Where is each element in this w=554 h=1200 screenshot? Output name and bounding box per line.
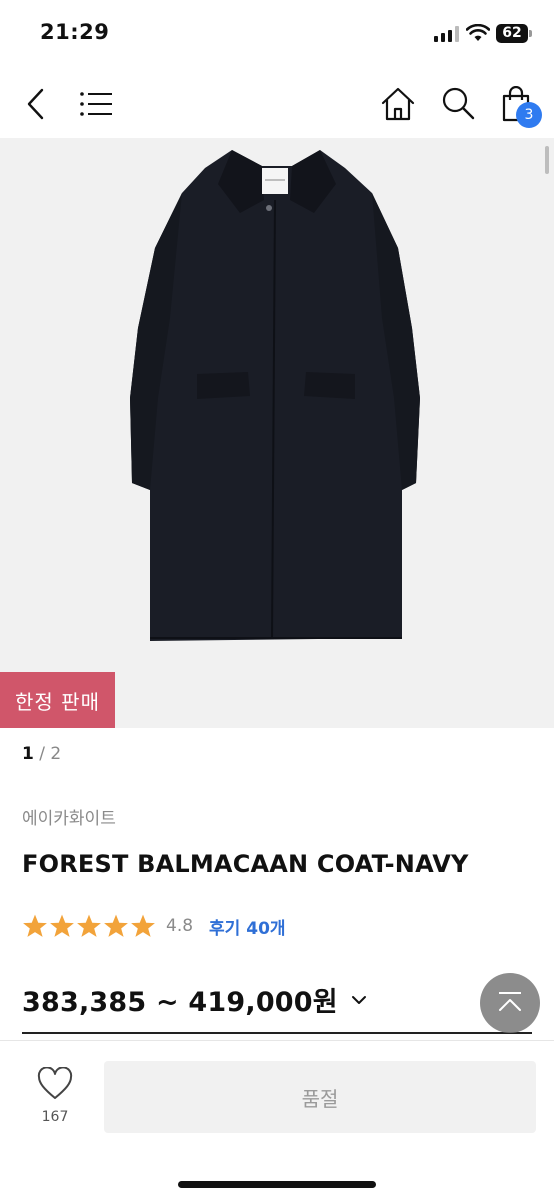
back-button[interactable] bbox=[14, 82, 58, 126]
menu-icon bbox=[80, 92, 112, 116]
product-image-carousel[interactable] bbox=[0, 138, 554, 728]
chevron-left-icon bbox=[27, 88, 44, 120]
home-button[interactable] bbox=[376, 82, 420, 126]
price-row[interactable]: 383,385 ~ 419,000원 bbox=[22, 980, 368, 1019]
star-icon bbox=[131, 914, 155, 937]
limited-sale-badge: 한정 판매 bbox=[0, 672, 115, 728]
wishlist-button[interactable]: 167 bbox=[28, 1066, 82, 1137]
battery-level: 62 bbox=[496, 24, 528, 43]
rating-row: 4.8 후기 40개 bbox=[22, 912, 286, 940]
soldout-button[interactable]: 품절 bbox=[104, 1061, 536, 1133]
price-range: 383,385 ~ 419,000원 bbox=[22, 987, 338, 1018]
battery-icon: 62 bbox=[496, 24, 532, 43]
review-count-link[interactable]: 후기 40개 bbox=[209, 914, 286, 939]
home-icon bbox=[381, 87, 415, 121]
search-button[interactable] bbox=[436, 82, 480, 126]
scroll-indicator bbox=[545, 146, 549, 174]
cart-count-badge: 3 bbox=[516, 102, 542, 128]
star-rating bbox=[22, 913, 156, 939]
bottom-action-bar: 167 품절 bbox=[0, 1040, 554, 1200]
heart-icon bbox=[37, 1066, 73, 1099]
pager-total: / 2 bbox=[33, 744, 62, 764]
brand-name[interactable]: 에이카화이트 bbox=[22, 804, 116, 829]
pager-current: 1 bbox=[22, 744, 34, 764]
coat-product-image bbox=[130, 150, 420, 641]
home-indicator bbox=[178, 1181, 376, 1188]
wishlist-count: 167 bbox=[41, 1109, 69, 1125]
star-icon bbox=[77, 914, 101, 937]
status-bar: 21:29 62 bbox=[0, 0, 554, 70]
chevron-down-icon bbox=[351, 995, 366, 1004]
top-nav-bar bbox=[0, 70, 554, 138]
status-time: 21:29 bbox=[40, 20, 110, 44]
product-title: FOREST BALMACAAN COAT-NAVY bbox=[22, 850, 469, 878]
scroll-to-top-button[interactable] bbox=[480, 973, 540, 1033]
cellular-signal-icon bbox=[434, 26, 459, 42]
star-icon bbox=[23, 914, 47, 937]
wifi-icon bbox=[466, 24, 490, 41]
image-pager: 1 / 2 bbox=[22, 744, 61, 764]
search-icon bbox=[442, 87, 475, 120]
menu-button[interactable] bbox=[74, 82, 118, 126]
rating-value: 4.8 bbox=[166, 916, 194, 936]
star-icon bbox=[50, 914, 74, 937]
price-divider bbox=[22, 1032, 532, 1034]
scroll-top-icon bbox=[499, 992, 521, 1011]
star-icon bbox=[104, 914, 128, 937]
